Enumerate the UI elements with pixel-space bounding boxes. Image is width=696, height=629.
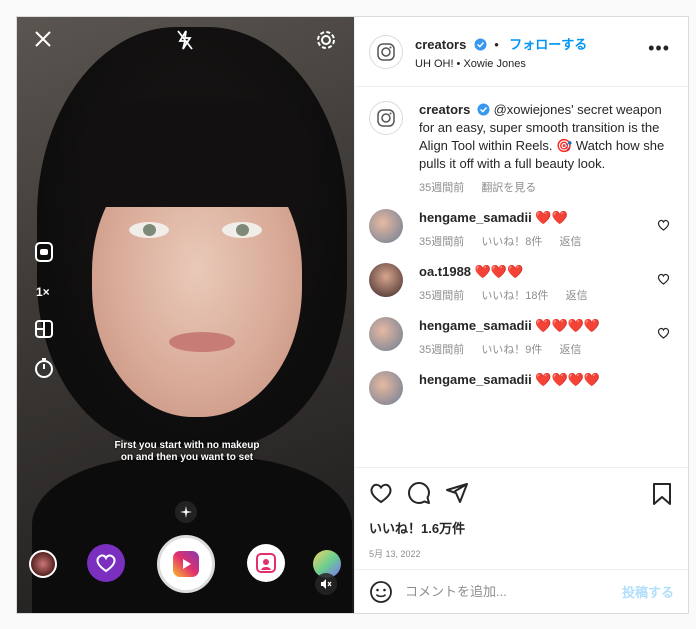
comment-likes[interactable]: いいね！8件 xyxy=(481,236,542,248)
instagram-logo-icon xyxy=(377,109,395,127)
comment-row: hengame_samadii ❤️❤️❤️❤️ xyxy=(369,371,674,405)
comment-likes[interactable]: いいね！18件 xyxy=(481,290,548,302)
like-icon[interactable] xyxy=(369,482,393,504)
caption-meta: 35週間前 翻訳を見る xyxy=(419,179,674,195)
more-options-icon[interactable]: ••• xyxy=(648,39,670,57)
comment-text: ❤️❤️❤️❤️ xyxy=(535,372,601,387)
comment-text: ❤️❤️❤️❤️ xyxy=(535,318,601,333)
post-comment-button[interactable]: 投稿する xyxy=(622,582,674,601)
comment-likes[interactable]: いいね！9件 xyxy=(481,344,542,356)
speed-label[interactable]: 1× xyxy=(36,285,50,299)
video-caption: First you start with no makeup on and th… xyxy=(114,440,260,463)
comment-time[interactable]: 35週間前 xyxy=(419,236,464,248)
close-icon[interactable] xyxy=(33,29,53,49)
flash-off-icon[interactable] xyxy=(175,29,195,51)
caption-avatar[interactable] xyxy=(369,101,403,135)
separator-dot: • xyxy=(494,36,499,52)
caption-author[interactable]: creators xyxy=(419,102,470,117)
post-details-panel: creators • フォローする UH OH! • Xowie Jones •… xyxy=(354,17,688,613)
bookmark-icon[interactable] xyxy=(652,482,672,506)
caption-time[interactable]: 35週間前 xyxy=(419,182,464,194)
post-date[interactable]: 5月 13, 2022 xyxy=(369,547,674,560)
like-comment-icon[interactable] xyxy=(657,219,670,231)
comment-row: oa.t1988 ❤️❤️❤️ 35週間前 いいね！18件 返信 xyxy=(369,263,674,303)
reply-button[interactable]: 返信 xyxy=(566,290,588,302)
comment-text: ❤️❤️❤️ xyxy=(474,264,524,279)
verified-badge-icon xyxy=(477,103,490,116)
translate-link[interactable]: 翻訳を見る xyxy=(481,182,536,194)
like-comment-icon[interactable] xyxy=(657,273,670,285)
video-eye-right xyxy=(222,222,262,238)
layout-icon[interactable] xyxy=(34,319,54,339)
commenter-avatar[interactable] xyxy=(369,317,403,351)
comments-list[interactable]: creators @xowiejones' secret weapon for … xyxy=(355,87,688,467)
commenter-avatar[interactable] xyxy=(369,263,403,297)
video-eye-left xyxy=(129,222,169,238)
caption-row: creators @xowiejones' secret weapon for … xyxy=(369,101,674,195)
post-header: creators • フォローする UH OH! • Xowie Jones •… xyxy=(355,17,688,87)
reply-button[interactable]: 返信 xyxy=(560,344,582,356)
comment-username[interactable]: hengame_samadii xyxy=(419,372,532,387)
reel-video[interactable]: 1× First you start with no makeup on and… xyxy=(17,17,354,613)
sparkle-icon[interactable] xyxy=(175,501,197,523)
mute-icon[interactable] xyxy=(315,573,337,595)
effect-thumbnail-1[interactable] xyxy=(29,550,57,578)
comment-username[interactable]: hengame_samadii xyxy=(419,318,532,333)
follow-button[interactable]: フォローする xyxy=(509,37,587,52)
commenter-avatar[interactable] xyxy=(369,209,403,243)
heart-effect-icon[interactable] xyxy=(87,544,125,582)
audio-icon[interactable] xyxy=(34,241,54,263)
share-icon[interactable] xyxy=(445,481,469,505)
comment-username[interactable]: oa.t1988 xyxy=(419,264,471,279)
timer-icon[interactable] xyxy=(34,357,54,379)
post-actions: いいね！1.6万件 5月 13, 2022 xyxy=(355,467,688,569)
post-dialog: 1× First you start with no makeup on and… xyxy=(16,16,689,614)
emoji-icon[interactable] xyxy=(369,580,393,604)
comment-username[interactable]: hengame_samadii xyxy=(419,210,532,225)
caption-text: creators @xowiejones' secret weapon for … xyxy=(419,101,674,173)
align-tool-icon[interactable] xyxy=(247,544,285,582)
video-bangs xyxy=(82,97,312,207)
reply-button[interactable]: 返信 xyxy=(560,236,582,248)
instagram-logo-icon xyxy=(377,42,395,61)
commenter-avatar[interactable] xyxy=(369,371,403,405)
likes-count[interactable]: いいね！1.6万件 xyxy=(369,518,674,537)
comment-row: hengame_samadii ❤️❤️❤️❤️ 35週間前 いいね！9件 返信 xyxy=(369,317,674,357)
account-name[interactable]: creators xyxy=(415,37,466,52)
comment-text: ❤️❤️ xyxy=(535,210,568,225)
settings-icon[interactable] xyxy=(315,29,337,51)
video-lips xyxy=(169,332,235,352)
comment-row: hengame_samadii ❤️❤️ 35週間前 いいね！8件 返信 xyxy=(369,209,674,249)
like-comment-icon[interactable] xyxy=(657,327,670,339)
verified-badge-icon xyxy=(474,38,487,50)
record-button[interactable] xyxy=(157,535,215,593)
comment-input[interactable] xyxy=(405,584,622,599)
add-comment-bar: 投稿する xyxy=(355,569,688,613)
comment-time[interactable]: 35週間前 xyxy=(419,290,464,302)
comment-icon[interactable] xyxy=(407,481,431,505)
comment-time[interactable]: 35週間前 xyxy=(419,344,464,356)
audio-subtitle[interactable]: UH OH! • Xowie Jones xyxy=(415,58,587,70)
account-avatar[interactable] xyxy=(369,34,403,69)
